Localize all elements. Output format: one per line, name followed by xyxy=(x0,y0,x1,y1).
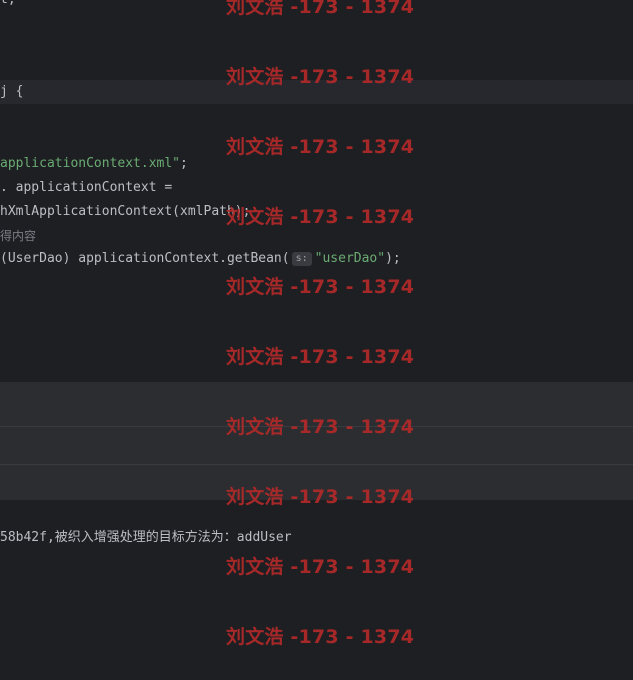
watermark: 刘文浩 -173 - 1374 xyxy=(226,556,415,578)
watermark: 刘文浩 -173 - 1374 xyxy=(226,136,415,158)
watermark: 刘文浩 -173 - 1374 xyxy=(226,416,415,438)
code-line-context-decl: . applicationContext = xyxy=(0,180,173,195)
parameter-hint: s: xyxy=(291,252,312,266)
code-editor[interactable]: t; j { applicationContext.xml"; . applic… xyxy=(0,0,633,385)
watermark: 刘文浩 -173 - 1374 xyxy=(226,486,415,508)
watermark: 刘文浩 -173 - 1374 xyxy=(226,0,415,18)
string-literal: applicationContext.xml" xyxy=(0,156,181,171)
console-output-line: 58b42f,被织入增强处理的目标方法为：addUser xyxy=(0,530,292,545)
code-line-context-new: hXmlApplicationContext(xmlPath); xyxy=(0,204,251,219)
code-line-1: t; xyxy=(0,0,16,12)
watermark: 刘文浩 -173 - 1374 xyxy=(226,276,415,298)
code-line-getbean: (UserDao) applicationContext.getBean(s: "… xyxy=(0,251,401,266)
watermark: 刘文浩 -173 - 1374 xyxy=(226,66,415,88)
watermark: 刘文浩 -173 - 1374 xyxy=(226,626,415,648)
string-literal: "userDao" xyxy=(314,251,386,266)
watermark: 刘文浩 -173 - 1374 xyxy=(226,346,415,368)
code-line-xml-path: applicationContext.xml"; xyxy=(0,156,188,171)
code-line-comment: 得内容 xyxy=(0,229,37,243)
run-console[interactable]: 58b42f,被织入增强处理的目标方法为：addUser xyxy=(0,500,633,680)
watermark: 刘文浩 -173 - 1374 xyxy=(226,206,415,228)
